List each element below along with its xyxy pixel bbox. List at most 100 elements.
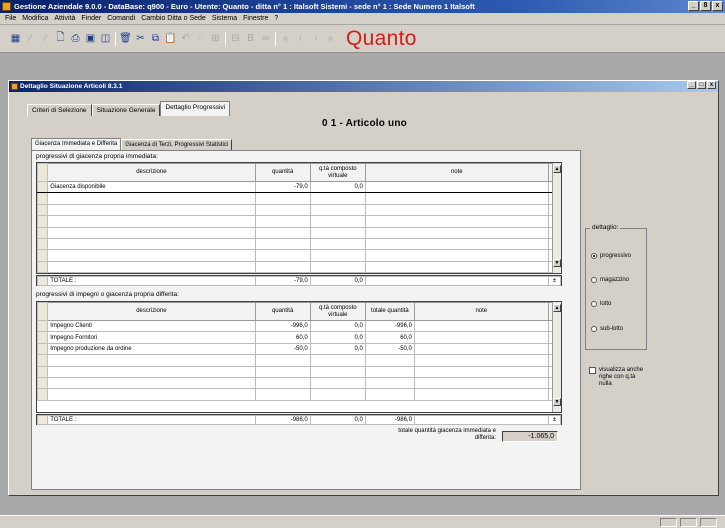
first-icon[interactable]: « [280, 33, 291, 45]
radio-sub-lotto[interactable]: sub-lotto [591, 326, 623, 332]
grid2-scrollbar[interactable]: ▲ ▼ [552, 302, 561, 412]
cell-descrizione[interactable]: Giacenza disponibile [47, 180, 256, 194]
cell-quantita[interactable]: -50,0 [254, 342, 311, 356]
table-row[interactable] [36, 388, 562, 401]
tab-situazione-generale[interactable]: Situazione Generale [91, 104, 161, 116]
paste-icon[interactable]: 📋 [164, 33, 176, 45]
table-row[interactable] [36, 215, 562, 228]
child-minimize-button[interactable]: _ [687, 81, 696, 89]
col-quantita[interactable]: quantità [254, 163, 311, 182]
grid-icon[interactable]: ▦ [10, 33, 21, 45]
cell-descrizione[interactable]: Impegno produzione da ordine [47, 342, 256, 356]
scroll-up-icon[interactable]: ▲ [553, 165, 561, 173]
col-descrizione[interactable]: descrizione [47, 163, 256, 182]
cell-note[interactable] [413, 319, 549, 333]
tab-dettaglio-progressivi[interactable]: Dettaglio Progressivi [160, 101, 231, 116]
tab-giacenza-terzi[interactable]: Giacenza di Terzi, Progressivi Statistic… [121, 139, 233, 150]
visualizza-checkbox[interactable]: visualizza anche righe con q.tà nulla [589, 367, 649, 388]
cell-quantita[interactable]: 60,0 [254, 331, 311, 344]
table-icon[interactable]: ⊟ [230, 33, 241, 45]
filter-icon[interactable]: ⊞ [210, 33, 221, 45]
col-virtuale[interactable]: q.tà composto virtuale [309, 163, 366, 182]
undo-icon[interactable]: ↶ [180, 33, 191, 45]
menu-modifica[interactable]: Modifica [19, 13, 51, 25]
col-quantita[interactable]: quantità [254, 302, 311, 321]
save-icon[interactable]: ▣ [85, 33, 96, 45]
cell-totale[interactable]: -996,0 [364, 319, 415, 333]
prev-icon[interactable]: ‹ [295, 33, 306, 45]
table-row[interactable] [36, 260, 562, 274]
tab-criteri-selezione[interactable]: Criteri di Selezione [27, 104, 92, 116]
table-row[interactable] [36, 354, 562, 367]
table-row[interactable]: Impegno Clienti -996,0 0,0 -996,0 [36, 319, 562, 333]
table-row[interactable]: Impegno produzione da ordine -50,0 0,0 -… [36, 342, 562, 356]
menu-finder[interactable]: Finder [78, 13, 104, 25]
pencil-icon[interactable]: ∕ [40, 33, 51, 45]
delete-icon[interactable]: 🗑 [119, 33, 132, 45]
col-descrizione[interactable]: descrizione [47, 302, 256, 321]
table-row[interactable]: Giacenza disponibile -79,0 0,0 [36, 180, 562, 194]
child-close-button[interactable]: x [707, 81, 716, 89]
radio-magazzino[interactable]: magazzino [591, 277, 629, 283]
total-spin-icon[interactable]: ± [547, 415, 562, 425]
wand-icon[interactable]: ⁄ [25, 33, 36, 45]
radio-icon[interactable] [591, 326, 597, 332]
cell-descrizione[interactable]: Impegno Clienti [47, 319, 256, 333]
table-row[interactable] [36, 249, 562, 262]
table-row[interactable] [36, 192, 562, 205]
menu-comandi[interactable]: Comandi [104, 13, 138, 25]
cell-note[interactable] [413, 342, 549, 356]
table-row[interactable] [36, 226, 562, 239]
table-row[interactable]: Impegno Fornitori 60,0 0,0 60,0 [36, 331, 562, 344]
cell-totale[interactable]: 60,0 [364, 331, 415, 344]
radio-lotto[interactable]: lotto [591, 301, 611, 307]
cut-icon[interactable]: ✂ [135, 33, 146, 45]
radio-progressivo[interactable]: progressivo [591, 253, 631, 259]
cell-virtuale[interactable]: 0,0 [309, 180, 366, 194]
print-icon[interactable]: ⎙ [70, 33, 81, 45]
scroll-down-icon[interactable]: ▼ [553, 259, 561, 267]
bold-icon[interactable]: B [245, 33, 256, 45]
cell-virtuale[interactable]: 0,0 [309, 342, 366, 356]
child-maximize-button[interactable]: □ [697, 81, 706, 89]
cell-totale[interactable]: -50,0 [364, 342, 415, 356]
table-row[interactable] [36, 203, 562, 217]
link-icon[interactable]: ∞ [260, 33, 271, 45]
cell-quantita[interactable]: -79,0 [254, 180, 311, 194]
menu-attivita[interactable]: Attività [51, 13, 78, 25]
restore-button[interactable]: 8 [700, 1, 711, 11]
menu-help[interactable]: ? [271, 13, 281, 25]
menu-file[interactable]: File [2, 13, 19, 25]
cell-virtuale[interactable]: 0,0 [309, 331, 366, 344]
radio-selected-icon[interactable] [591, 253, 597, 259]
cell-descrizione[interactable]: Impegno Fornitori [47, 331, 256, 344]
refresh-icon[interactable]: ◌ [195, 33, 206, 45]
checkbox-icon[interactable] [589, 367, 596, 374]
menu-sistema[interactable]: Sistema [209, 13, 240, 25]
cell-virtuale[interactable]: 0,0 [309, 319, 366, 333]
col-note[interactable]: note [413, 302, 549, 321]
folder-icon[interactable]: ◫ [100, 33, 111, 45]
menu-finestre[interactable]: Finestre [240, 13, 271, 25]
scroll-down-icon[interactable]: ▼ [553, 398, 561, 406]
preview-icon[interactable]: 🗋 [55, 32, 66, 45]
col-totale-quantita[interactable]: totale quantità [364, 302, 415, 321]
copy-icon[interactable]: ⧉ [150, 33, 161, 45]
cell-note[interactable] [413, 331, 549, 344]
minimize-button[interactable]: _ [688, 1, 699, 11]
radio-icon[interactable] [591, 277, 597, 283]
table-row[interactable] [36, 237, 562, 251]
col-virtuale[interactable]: q.tà composto virtuale [309, 302, 366, 321]
total-spin-icon[interactable]: ± [547, 276, 562, 286]
radio-icon[interactable] [591, 301, 597, 307]
next-icon[interactable]: › [310, 33, 321, 45]
tab-giacenza-immediata[interactable]: Giacenza Immediata e Differita [31, 138, 122, 150]
menu-cambio-ditta[interactable]: Cambio Ditta o Sede [138, 13, 209, 25]
grid1-scrollbar[interactable]: ▲ ▼ [552, 163, 561, 273]
cell-quantita[interactable]: -996,0 [254, 319, 311, 333]
last-icon[interactable]: » [325, 33, 336, 45]
table-row[interactable] [36, 376, 562, 390]
col-note[interactable]: note [364, 163, 549, 182]
close-button[interactable]: x [712, 1, 723, 11]
scroll-up-icon[interactable]: ▲ [553, 304, 561, 312]
